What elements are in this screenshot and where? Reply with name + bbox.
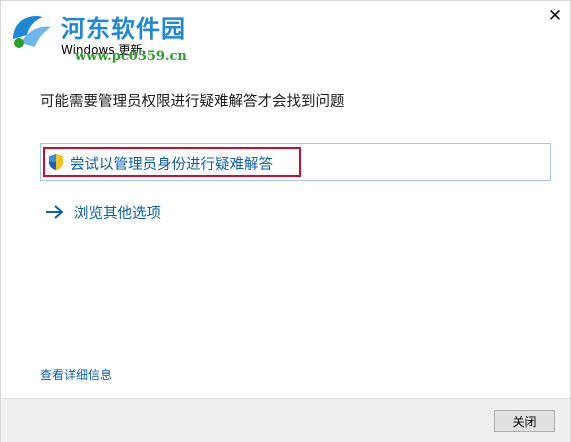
run-as-admin-option[interactable]: 尝试以管理员身份进行疑难解答 — [40, 143, 551, 181]
view-details-link[interactable]: 查看详细信息 — [40, 366, 112, 383]
watermark-url: www.pc0359.cn — [75, 49, 187, 64]
watermark-site-name: 河东软件园 — [61, 14, 186, 43]
run-as-admin-label: 尝试以管理员身份进行疑难解答 — [70, 157, 273, 173]
arrow-right-icon — [46, 205, 64, 219]
uac-shield-icon — [49, 154, 63, 170]
browse-other-options[interactable]: 浏览其他选项 — [45, 199, 205, 225]
close-button[interactable]: 关闭 — [494, 410, 555, 432]
troubleshooter-window: 河东软件园 Windows 更新 www.pc0359.cn ✕ 可能需要管理员… — [0, 0, 571, 442]
title-bar: 河东软件园 Windows 更新 www.pc0359.cn ✕ — [1, 1, 571, 64]
browse-other-options-label: 浏览其他选项 — [74, 206, 161, 222]
window-close-icon[interactable]: ✕ — [539, 1, 571, 31]
page-heading: 可能需要管理员权限进行疑难解答才会找到问题 — [40, 94, 345, 110]
dialog-footer: 关闭 — [1, 398, 570, 442]
watermark-logo-icon — [13, 15, 51, 48]
